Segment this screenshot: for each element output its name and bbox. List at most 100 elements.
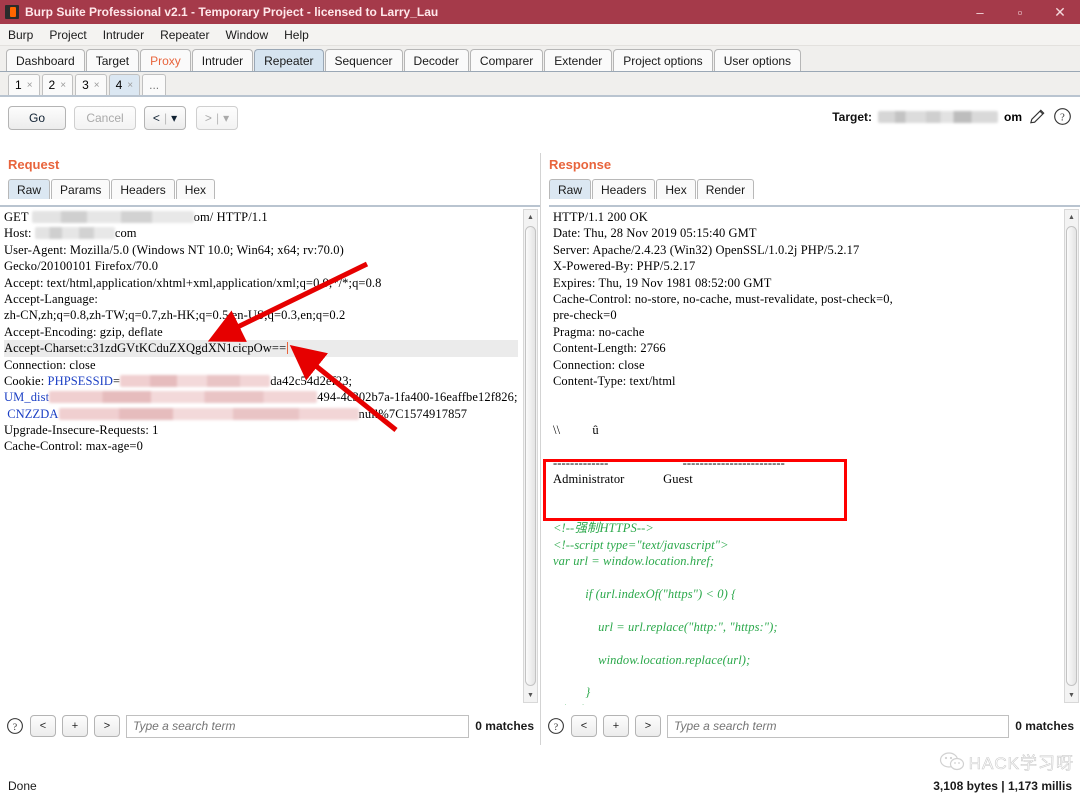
- tab-proxy[interactable]: Proxy: [140, 49, 191, 71]
- response-line: Expires: Thu, 19 Nov 1981 08:52:00 GMT: [553, 275, 772, 290]
- response-line: [553, 602, 1059, 618]
- tab-extender[interactable]: Extender: [544, 49, 613, 71]
- forward-button[interactable]: > | ▾: [196, 106, 238, 130]
- target-area: Target: om ?: [832, 107, 1072, 126]
- search-prev-button[interactable]: <: [30, 715, 56, 737]
- menu-window[interactable]: Window: [223, 27, 270, 43]
- status-text: Done: [8, 779, 37, 793]
- response-line: }: [553, 685, 591, 700]
- search-add-button[interactable]: +: [603, 715, 629, 737]
- redacted-value: [34, 227, 115, 240]
- window-controls: – ▫ ✕: [960, 0, 1080, 24]
- pencil-icon[interactable]: [1028, 107, 1047, 126]
- close-icon[interactable]: ×: [94, 80, 100, 91]
- response-line: Connection: close: [553, 357, 645, 372]
- go-button[interactable]: Go: [8, 106, 66, 130]
- repeater-tab-4[interactable]: 4 ×: [108, 74, 141, 95]
- repeater-tab-more[interactable]: ...: [142, 74, 167, 95]
- maximize-button[interactable]: ▫: [1000, 0, 1040, 24]
- repeater-tab-1[interactable]: 1 ×: [8, 74, 40, 95]
- help-icon[interactable]: ?: [6, 717, 24, 735]
- chevron-down-icon: ▾: [223, 111, 230, 125]
- divider: |: [215, 111, 220, 125]
- scroll-down-icon[interactable]: ▼: [524, 688, 537, 702]
- response-line: [553, 389, 1059, 405]
- tab-project-options[interactable]: Project options: [613, 49, 713, 71]
- response-tab-raw[interactable]: Raw: [549, 179, 592, 199]
- search-prev-button[interactable]: <: [571, 715, 597, 737]
- response-line: Content-Length: 2766: [553, 341, 666, 356]
- cancel-button[interactable]: Cancel: [74, 106, 136, 130]
- request-tab-headers[interactable]: Headers: [111, 179, 175, 199]
- request-scrollbar[interactable]: ▲ ▼: [523, 209, 538, 703]
- request-raw-text[interactable]: GET om/ HTTP/1.1 Host: com User-Agent: Moz…: [4, 209, 518, 455]
- request-title: Request: [8, 157, 60, 172]
- svg-text:?: ?: [1060, 112, 1065, 123]
- repeater-tab-2[interactable]: 2 ×: [41, 74, 74, 95]
- response-raw-text[interactable]: HTTP/1.1 200 OK Date: Thu, 28 Nov 2019 05…: [553, 209, 1059, 705]
- response-tab-hex[interactable]: Hex: [656, 179, 696, 199]
- response-editor[interactable]: HTTP/1.1 200 OK Date: Thu, 28 Nov 2019 05…: [549, 205, 1080, 705]
- response-line: Cache-Control: no-store, no-cache, must-…: [553, 291, 893, 306]
- text-caret: [287, 342, 289, 355]
- response-subtabs: Raw Headers Hex Render: [541, 177, 1080, 199]
- response-line: window.location.replace(url);: [553, 652, 751, 667]
- menu-project[interactable]: Project: [47, 27, 88, 43]
- target-label: Target:: [832, 109, 872, 124]
- tab-comparer[interactable]: Comparer: [469, 49, 544, 71]
- repeater-tab-strip: 1 × 2 × 3 × 4 × ...: [0, 72, 1080, 97]
- help-icon[interactable]: ?: [1053, 107, 1072, 126]
- request-line: Cookie: PHPSESSID= da42c54d2ef23;: [4, 373, 353, 388]
- request-tab-raw[interactable]: Raw: [8, 179, 51, 199]
- search-add-button[interactable]: +: [62, 715, 88, 737]
- search-next-button[interactable]: >: [635, 715, 661, 737]
- repeater-tab-3[interactable]: 3 ×: [75, 74, 107, 95]
- svg-text:?: ?: [13, 722, 17, 733]
- watermark-text: HACK学习呀: [968, 754, 1074, 774]
- response-tab-headers[interactable]: Headers: [592, 179, 656, 199]
- menu-burp[interactable]: Burp: [6, 27, 35, 43]
- back-button[interactable]: < | ▾: [144, 106, 186, 130]
- scroll-up-icon[interactable]: ▲: [524, 210, 537, 224]
- request-editor[interactable]: GET om/ HTTP/1.1 Host: com User-Agent: Moz…: [0, 205, 540, 705]
- search-next-button[interactable]: >: [94, 715, 120, 737]
- response-line: <!--强制HTTPS-->: [553, 521, 654, 536]
- menu-help[interactable]: Help: [282, 27, 311, 43]
- response-tab-render[interactable]: Render: [696, 179, 755, 199]
- help-icon[interactable]: ?: [547, 717, 565, 735]
- response-line: if (url.indexOf("https") < 0) {: [553, 586, 737, 601]
- tab-intruder[interactable]: Intruder: [191, 49, 254, 71]
- title-bar: Burp Suite Professional v2.1 - Temporary…: [0, 0, 1080, 24]
- request-search-bar: ? < + > 0 matches: [0, 707, 540, 745]
- response-line: var url = window.location.href;: [553, 554, 715, 569]
- close-button[interactable]: ✕: [1040, 0, 1080, 24]
- watermark: HACK学习呀: [939, 749, 1074, 774]
- tab-dashboard[interactable]: Dashboard: [6, 49, 85, 71]
- burp-suite-window: Burp Suite Professional v2.1 - Temporary…: [0, 0, 1080, 798]
- close-icon[interactable]: ×: [27, 80, 33, 91]
- response-line: Content-Type: text/html: [553, 373, 676, 388]
- redacted-value: [31, 211, 194, 223]
- request-search-input[interactable]: [126, 714, 470, 738]
- minimize-button[interactable]: –: [960, 0, 1000, 24]
- scrollbar-thumb[interactable]: [525, 226, 536, 686]
- close-icon[interactable]: ×: [60, 80, 66, 91]
- tab-repeater[interactable]: Repeater: [254, 49, 324, 71]
- request-tab-params[interactable]: Params: [51, 179, 111, 199]
- scroll-down-icon[interactable]: ▼: [1065, 688, 1078, 702]
- redacted-value: [120, 374, 271, 387]
- close-icon[interactable]: ×: [127, 80, 133, 91]
- tab-sequencer[interactable]: Sequencer: [324, 49, 403, 71]
- response-search-input[interactable]: [667, 714, 1010, 738]
- tab-user-options[interactable]: User options: [713, 49, 802, 71]
- menu-intruder[interactable]: Intruder: [101, 27, 146, 43]
- scrollbar-thumb[interactable]: [1066, 226, 1077, 686]
- response-scrollbar[interactable]: ▲ ▼: [1064, 209, 1079, 703]
- tab-decoder[interactable]: Decoder: [403, 49, 469, 71]
- response-line: X-Powered-By: PHP/5.2.17: [553, 259, 696, 274]
- tab-target[interactable]: Target: [85, 49, 140, 71]
- scroll-up-icon[interactable]: ▲: [1065, 210, 1078, 224]
- response-line: [553, 668, 1059, 684]
- request-tab-hex[interactable]: Hex: [175, 179, 216, 199]
- menu-repeater[interactable]: Repeater: [158, 27, 211, 43]
